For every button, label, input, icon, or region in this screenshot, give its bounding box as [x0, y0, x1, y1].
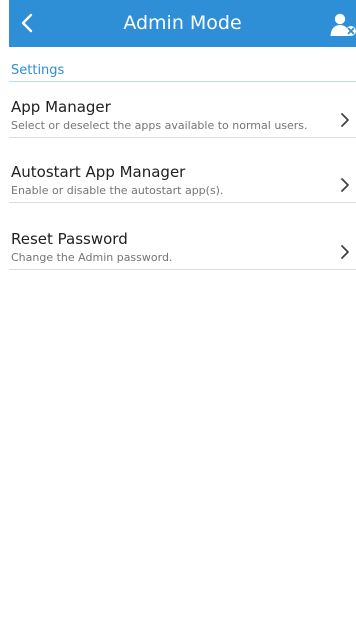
page-title: Admin Mode: [123, 12, 242, 34]
settings-section-header: Settings: [9, 57, 356, 82]
menu-item-description: Enable or disable the autostart app(s).: [11, 184, 224, 197]
back-button[interactable]: [9, 0, 55, 47]
chevron-right-icon: [341, 113, 349, 127]
menu-item-autostart-app-manager[interactable]: Autostart App Manager Enable or disable …: [9, 148, 356, 203]
section-title: Settings: [11, 63, 65, 78]
chevron-right-icon: [341, 178, 349, 192]
menu-item-reset-password[interactable]: Reset Password Change the Admin password…: [9, 215, 356, 270]
menu-item-title: App Manager: [11, 98, 111, 116]
chevron-right-icon: [341, 245, 349, 259]
app-screen: Admin Mode Settings App Manager Select o…: [9, 0, 356, 637]
menu-item-title: Reset Password: [11, 230, 128, 248]
admin-user-icon: [330, 13, 356, 36]
top-app-bar: Admin Mode: [9, 0, 356, 47]
menu-item-description: Select or deselect the apps available to…: [11, 119, 308, 132]
menu-item-app-manager[interactable]: App Manager Select or deselect the apps …: [9, 83, 356, 138]
menu-item-description: Change the Admin password.: [11, 251, 173, 264]
admin-user-button[interactable]: [316, 0, 356, 47]
chevron-left-icon: [21, 13, 33, 33]
menu-item-title: Autostart App Manager: [11, 163, 186, 181]
